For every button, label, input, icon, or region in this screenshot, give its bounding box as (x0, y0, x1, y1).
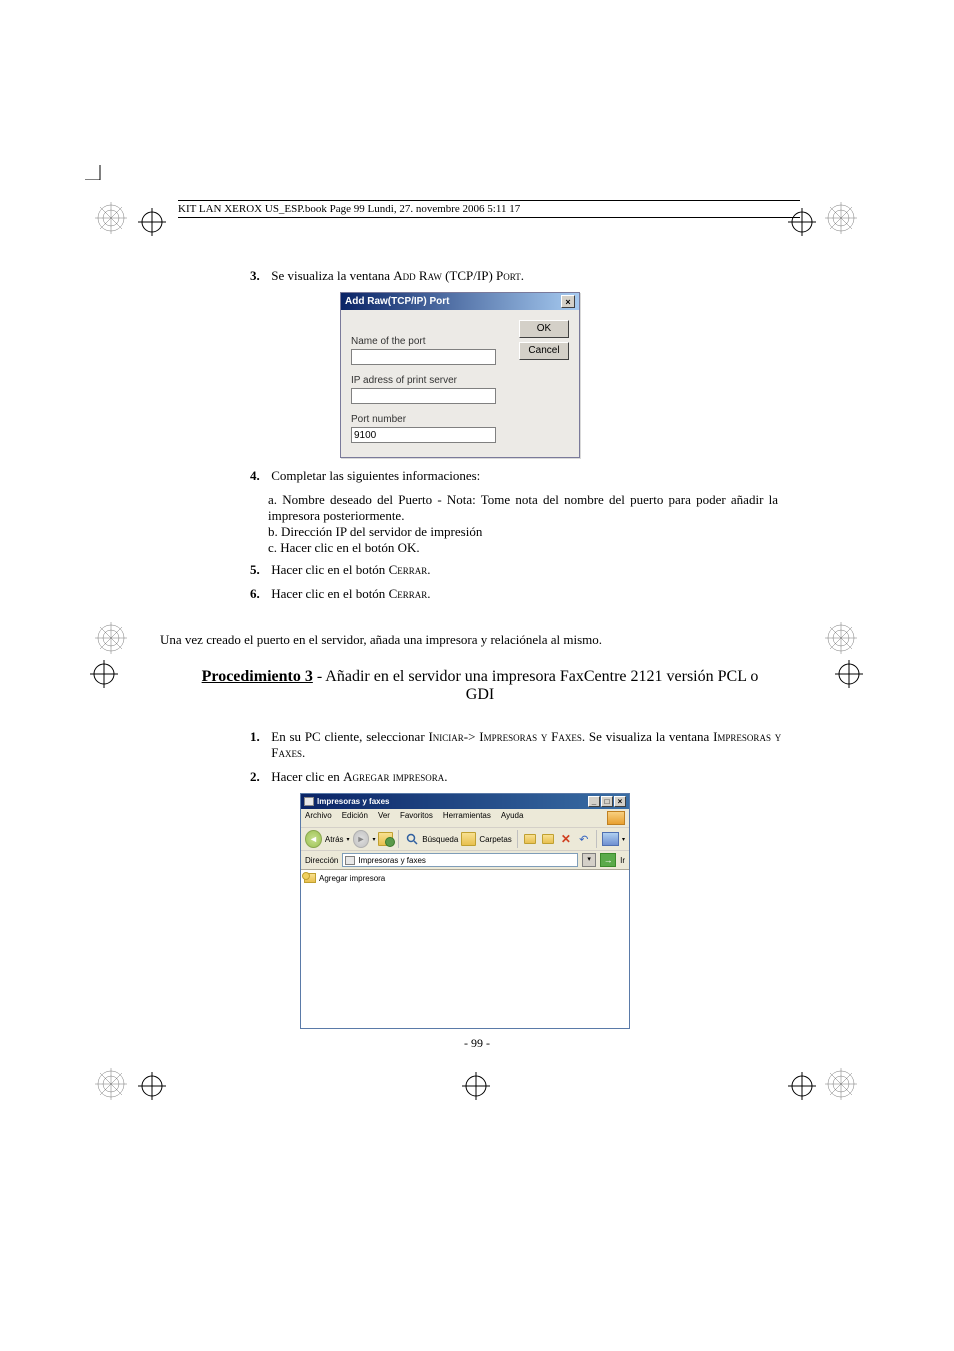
register-mark-icon (823, 620, 859, 656)
step-number: 5. (250, 562, 268, 578)
toolbar: ◄ Atrás ▾ ► ▾ Búsqueda Carpetas ✕ ↶ ▾ (301, 828, 629, 851)
window-title-text: Impresoras y faxes (317, 797, 390, 806)
crosshair-mark-icon (462, 1072, 490, 1100)
step-text: Completar las siguientes informaciones: (271, 468, 781, 484)
forward-button[interactable]: ► (353, 830, 370, 848)
register-mark-icon (823, 200, 859, 236)
move-to-icon[interactable] (523, 832, 538, 846)
crosshair-mark-icon (90, 660, 118, 688)
input-port-number[interactable] (351, 427, 496, 443)
add-printer-icon (304, 873, 316, 883)
crosshair-mark-icon (835, 660, 863, 688)
delete-icon[interactable]: ✕ (558, 832, 573, 846)
add-raw-port-dialog: Add Raw(TCP/IP) Port × Name of the port … (340, 292, 580, 458)
address-value: Impresoras y faxes (358, 856, 426, 865)
address-input[interactable]: Impresoras y faxes (342, 853, 578, 867)
crosshair-mark-icon (138, 1072, 166, 1100)
search-icon[interactable] (404, 832, 419, 846)
undo-icon[interactable]: ↶ (576, 832, 591, 846)
step-number: 1. (250, 729, 268, 745)
procedimiento-3-heading: Procedimiento 3 - Añadir en el servidor … (200, 668, 760, 704)
step-number: 3. (250, 268, 268, 284)
back-label: Atrás (325, 835, 344, 844)
register-mark-icon (93, 620, 129, 656)
step-6: 6. Hacer clic en el botón Cerrar. (250, 586, 800, 602)
label-ip-address: IP adress of print server (351, 375, 506, 386)
window-titlebar: Impresoras y faxes _ □ × (301, 794, 629, 809)
proc3-step-2: 2. Hacer clic en Agregar impresora. (250, 769, 800, 785)
step-text: Hacer clic en Agregar impresora. (271, 769, 781, 785)
label-port-name: Name of the port (351, 336, 506, 347)
step-text: Hacer clic en el botón Cerrar. (271, 562, 781, 578)
add-printer-item[interactable]: Agregar impresora (304, 873, 626, 883)
windows-logo-icon (607, 811, 625, 825)
page-number: - 99 - (0, 1036, 954, 1051)
cancel-button[interactable]: Cancel (519, 342, 569, 360)
dialog-titlebar: Add Raw(TCP/IP) Port × (341, 293, 579, 310)
step-text: Se visualiza la ventana Add Raw (TCP/IP)… (271, 268, 781, 284)
menu-favoritos[interactable]: Favoritos (400, 811, 433, 825)
dialog-title-text: Add Raw(TCP/IP) Port (345, 296, 449, 307)
step-5: 5. Hacer clic en el botón Cerrar. (250, 562, 800, 578)
address-label: Dirección (305, 856, 338, 865)
step-4c: c. Hacer clic en el botón OK. (268, 540, 778, 556)
address-dropdown-icon[interactable]: ▾ (582, 853, 596, 867)
step-number: 4. (250, 468, 268, 484)
page-header: KIT LAN XEROX US_ESP.book Page 99 Lundi,… (178, 200, 800, 218)
go-label: Ir (620, 856, 625, 865)
mid-paragraph: Una vez creado el puerto en el servidor,… (160, 632, 800, 648)
go-button[interactable]: → (600, 853, 616, 867)
ok-button[interactable]: OK (519, 320, 569, 338)
step-number: 6. (250, 586, 268, 602)
back-button[interactable]: ◄ (305, 830, 322, 848)
maximize-icon[interactable]: □ (601, 796, 613, 807)
printer-icon (304, 797, 314, 806)
menu-bar: Archivo Edición Ver Favoritos Herramient… (301, 809, 629, 828)
copy-to-icon[interactable] (541, 832, 556, 846)
folders-icon[interactable] (461, 832, 476, 846)
register-mark-icon (93, 1066, 129, 1102)
printer-icon (345, 856, 355, 865)
folders-label: Carpetas (479, 835, 511, 844)
register-mark-icon (93, 200, 129, 236)
step-4a: a. Nombre deseado del Puerto - Nota: Tom… (268, 492, 778, 524)
input-ip-address[interactable] (351, 388, 496, 404)
address-bar: Dirección Impresoras y faxes ▾ → Ir (301, 851, 629, 870)
crop-mark (85, 160, 105, 180)
menu-herramientas[interactable]: Herramientas (443, 811, 491, 825)
label-port-number: Port number (351, 414, 506, 425)
register-mark-icon (823, 1066, 859, 1102)
crosshair-mark-icon (788, 1072, 816, 1100)
printers-faxes-window: Impresoras y faxes _ □ × Archivo Edición… (300, 793, 630, 1029)
proc3-step-1: 1. En su PC cliente, seleccionar Iniciar… (250, 729, 800, 761)
minimize-icon[interactable]: _ (588, 796, 600, 807)
step-4: 4. Completar las siguientes informacione… (250, 468, 800, 484)
menu-edicion[interactable]: Edición (342, 811, 368, 825)
menu-ver[interactable]: Ver (378, 811, 390, 825)
search-label: Búsqueda (422, 835, 458, 844)
close-icon[interactable]: × (561, 295, 575, 308)
step-text: En su PC cliente, seleccionar Iniciar-> … (271, 729, 781, 761)
step-number: 2. (250, 769, 268, 785)
step-3: 3. Se visualiza la ventana Add Raw (TCP/… (250, 268, 800, 284)
menu-archivo[interactable]: Archivo (305, 811, 332, 825)
window-body: Agregar impresora (301, 870, 629, 1028)
up-folder-icon[interactable] (378, 832, 393, 846)
menu-ayuda[interactable]: Ayuda (501, 811, 524, 825)
add-printer-label: Agregar impresora (319, 874, 385, 883)
close-icon[interactable]: × (614, 796, 626, 807)
input-port-name[interactable] (351, 349, 496, 365)
views-icon[interactable] (602, 832, 619, 846)
step-text: Hacer clic en el botón Cerrar. (271, 586, 781, 602)
step-4b: b. Dirección IP del servidor de impresió… (268, 524, 778, 540)
